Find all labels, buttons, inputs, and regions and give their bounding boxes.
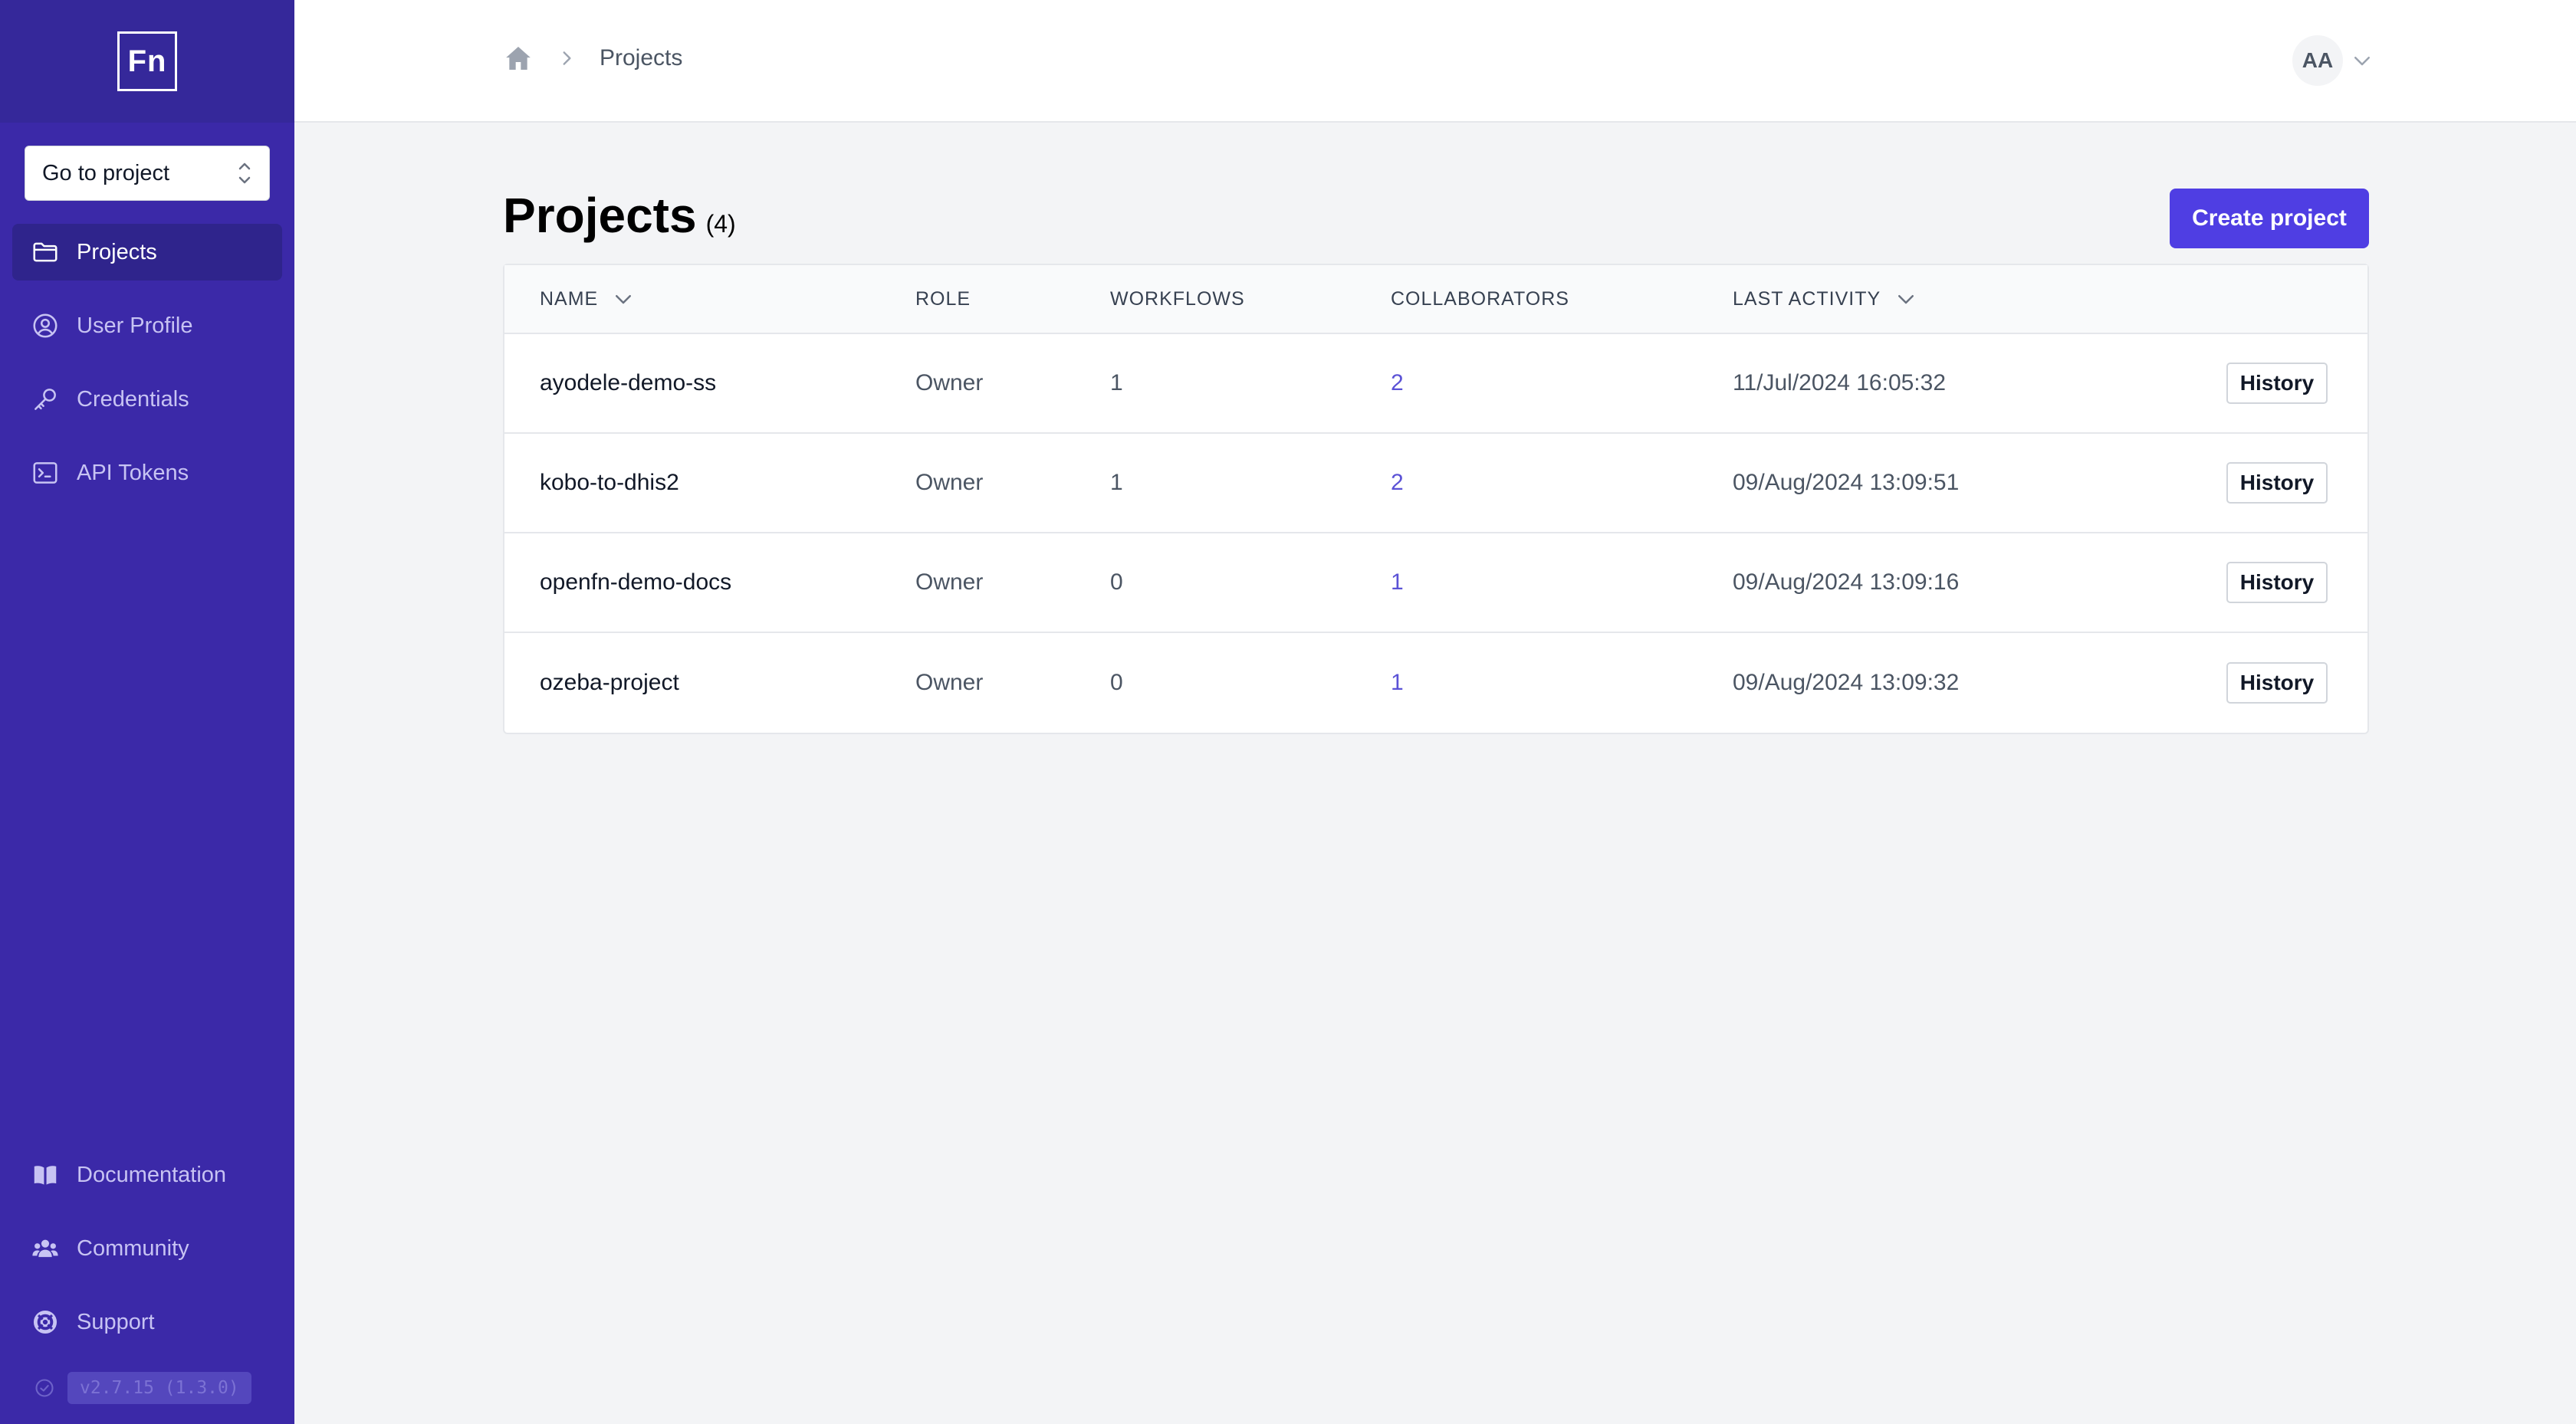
sidebar-item-user-profile[interactable]: User Profile: [12, 297, 282, 354]
chevron-up-down-icon: [238, 162, 251, 184]
sidebar: Fn Go to project Projects User Profile C…: [0, 0, 294, 1424]
book-icon: [34, 1166, 57, 1185]
key-icon: [34, 389, 56, 410]
history-button[interactable]: History: [2226, 363, 2328, 404]
sidebar-item-api-tokens[interactable]: API Tokens: [12, 445, 282, 501]
collaborators-link[interactable]: 2: [1391, 370, 1404, 395]
project-collaborators: 1: [1391, 670, 1733, 696]
sidebar-item-documentation[interactable]: Documentation: [12, 1147, 282, 1203]
sort-chevron-down-icon[interactable]: [1894, 287, 1917, 310]
row-actions: History: [2116, 562, 2367, 603]
row-actions: History: [2116, 462, 2367, 504]
table-row[interactable]: ozeba-project Owner 0 1 09/Aug/2024 13:0…: [504, 633, 2367, 733]
user-menu[interactable]: AA: [2292, 35, 2374, 86]
avatar: AA: [2292, 35, 2343, 86]
column-header-label: NAME: [540, 287, 599, 310]
project-role: Owner: [915, 370, 984, 395]
project-role: Owner: [915, 569, 984, 595]
projects-table: NAME ROLE WORKFLOWS COLLABORATORS LAST A…: [503, 264, 2369, 734]
project-workflows: 0: [1110, 670, 1123, 695]
sidebar-item-label: Credentials: [77, 386, 189, 412]
chevron-down-icon: [2354, 57, 2370, 66]
row-actions: History: [2116, 363, 2367, 404]
sidebar-item-label: Support: [77, 1309, 155, 1334]
project-last-activity: 09/Aug/2024 13:09:16: [1733, 569, 1960, 595]
history-button[interactable]: History: [2226, 662, 2328, 704]
sidebar-nav: Projects User Profile Credentials API To…: [0, 224, 294, 518]
sidebar-item-label: Projects: [77, 239, 157, 264]
column-header-name: NAME: [504, 287, 915, 310]
check-circle-icon: [35, 1379, 54, 1397]
project-name[interactable]: ozeba-project: [504, 670, 915, 696]
terminal-icon: [33, 462, 58, 484]
project-last-activity: 11/Jul/2024 16:05:32: [1733, 370, 1947, 395]
project-workflows: 1: [1110, 370, 1123, 395]
sidebar-item-support[interactable]: Support: [12, 1294, 282, 1350]
users-icon: [32, 1239, 58, 1258]
project-collaborators: 1: [1391, 569, 1733, 596]
collaborators-link[interactable]: 1: [1391, 670, 1404, 695]
sidebar-item-label: API Tokens: [77, 460, 189, 485]
project-name[interactable]: ayodele-demo-ss: [504, 370, 915, 396]
project-role: Owner: [915, 470, 984, 495]
table-row[interactable]: ayodele-demo-ss Owner 1 2 11/Jul/2024 16…: [504, 334, 2367, 434]
collaborators-link[interactable]: 1: [1391, 569, 1404, 595]
create-project-button[interactable]: Create project: [2170, 189, 2369, 248]
collaborators-link[interactable]: 2: [1391, 470, 1404, 495]
column-header-role: ROLE: [915, 287, 971, 310]
main-content: Projects (4) Create project NAME ROLE WOR…: [503, 189, 2369, 734]
history-button[interactable]: History: [2226, 462, 2328, 504]
sidebar-item-projects[interactable]: Projects: [12, 224, 282, 281]
top-header: Projects AA: [294, 0, 2576, 123]
breadcrumb-current: Projects: [600, 45, 683, 71]
title-row: Projects (4) Create project: [503, 189, 2369, 248]
sidebar-header: Fn: [0, 0, 294, 123]
lifebuoy-icon: [33, 1310, 58, 1334]
project-picker-label: Go to project: [42, 160, 170, 185]
openfn-logo[interactable]: Fn: [117, 31, 177, 91]
user-circle-icon: [33, 313, 58, 338]
column-header-collaborators: COLLABORATORS: [1391, 287, 1569, 310]
project-collaborators: 2: [1391, 370, 1733, 396]
version-badge: v2.7.15 (1.3.0): [67, 1372, 251, 1404]
chevron-right-icon: [563, 51, 571, 65]
project-collaborators: 2: [1391, 470, 1733, 496]
folder-icon: [33, 242, 58, 262]
table-header: NAME ROLE WORKFLOWS COLLABORATORS LAST A…: [504, 265, 2367, 334]
project-role: Owner: [915, 670, 984, 695]
column-header-last-activity: LAST ACTIVITY: [1733, 287, 2116, 310]
history-button[interactable]: History: [2226, 562, 2328, 603]
sidebar-bottom-nav: Documentation Community Support v2.7.15 …: [0, 1147, 294, 1424]
sidebar-item-credentials[interactable]: Credentials: [12, 371, 282, 428]
project-name[interactable]: openfn-demo-docs: [504, 569, 915, 596]
page-title-text: Projects: [503, 188, 697, 243]
column-header-label: LAST ACTIVITY: [1733, 287, 1881, 310]
project-last-activity: 09/Aug/2024 13:09:51: [1733, 470, 1960, 495]
page-title: Projects (4): [503, 191, 736, 248]
sort-chevron-down-icon[interactable]: [612, 287, 635, 310]
project-picker[interactable]: Go to project: [25, 146, 270, 201]
project-count: (4): [705, 210, 736, 238]
table-row[interactable]: openfn-demo-docs Owner 0 1 09/Aug/2024 1…: [504, 533, 2367, 633]
breadcrumb: Projects: [503, 43, 682, 74]
sidebar-item-label: User Profile: [77, 313, 193, 338]
project-name[interactable]: kobo-to-dhis2: [504, 470, 915, 496]
version-info: v2.7.15 (1.3.0): [12, 1367, 282, 1409]
sidebar-item-label: Community: [77, 1235, 189, 1261]
project-workflows: 1: [1110, 470, 1123, 495]
home-icon[interactable]: [503, 43, 534, 74]
project-workflows: 0: [1110, 569, 1123, 595]
table-row[interactable]: kobo-to-dhis2 Owner 1 2 09/Aug/2024 13:0…: [504, 434, 2367, 533]
project-last-activity: 09/Aug/2024 13:09:32: [1733, 670, 1960, 695]
sidebar-item-community[interactable]: Community: [12, 1220, 282, 1277]
row-actions: History: [2116, 662, 2367, 704]
column-header-workflows: WORKFLOWS: [1110, 287, 1245, 310]
sidebar-item-label: Documentation: [77, 1162, 227, 1187]
